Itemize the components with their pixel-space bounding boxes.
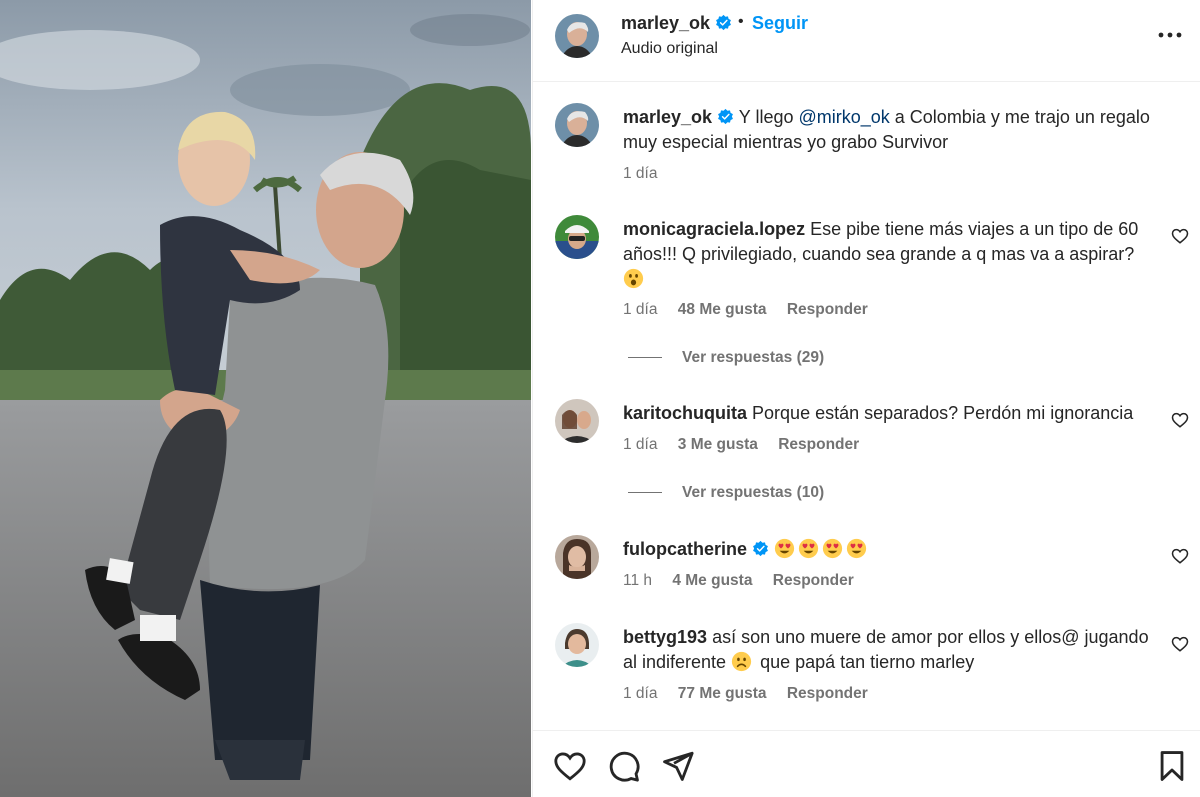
view-replies-label[interactable]: Ver respuestas (29)	[682, 349, 824, 366]
comment-time[interactable]: 1 día	[623, 436, 657, 453]
comment-text: bettyg193 así son uno muere de amor por …	[623, 625, 1163, 675]
comment-time[interactable]: 11 h	[623, 572, 652, 589]
reply-button[interactable]: Responder	[787, 301, 868, 318]
view-replies-button[interactable]: Ver respuestas (10)	[628, 484, 824, 502]
astonished-face-icon	[623, 268, 644, 289]
author-username[interactable]: marley_ok	[621, 13, 732, 34]
comment-like-icon[interactable]	[1171, 411, 1189, 429]
view-replies-label[interactable]: Ver respuestas (10)	[682, 484, 824, 501]
heart-eyes-face-icon	[846, 538, 867, 559]
frowning-face-icon	[731, 651, 752, 672]
save-icon[interactable]	[1155, 749, 1189, 783]
verified-badge-icon	[716, 14, 732, 31]
verified-badge-icon	[718, 108, 734, 125]
comment-username[interactable]: fulopcatherine	[623, 539, 747, 559]
comment-avatar[interactable]	[555, 535, 599, 579]
view-replies-button[interactable]: Ver respuestas (29)	[628, 349, 824, 367]
verified-badge-icon	[753, 540, 768, 557]
comment-like-icon[interactable]	[1171, 635, 1189, 653]
comment-likes[interactable]: 77 Me gusta	[678, 685, 767, 702]
comment-like-icon[interactable]	[1171, 547, 1189, 565]
comment-meta: 1 día 3 Me gusta Responder	[623, 436, 875, 454]
reply-button[interactable]: Responder	[778, 436, 859, 453]
like-icon[interactable]	[553, 749, 587, 783]
comment-text: karitochuquita Porque están separados? P…	[623, 401, 1163, 426]
caption-username[interactable]: marley_ok	[623, 107, 712, 127]
caption-avatar[interactable]	[555, 103, 599, 147]
heart-eyes-face-icon	[798, 538, 819, 559]
comment-time[interactable]: 1 día	[623, 301, 657, 318]
comment-avatar[interactable]	[555, 215, 599, 259]
replies-divider	[628, 492, 662, 494]
caption-time[interactable]: 1 día	[623, 165, 657, 182]
comment-username[interactable]: karitochuquita	[623, 403, 747, 423]
replies-divider	[628, 357, 662, 359]
comment-meta: 11 h 4 Me gusta Responder	[623, 572, 870, 590]
author-username-text[interactable]: marley_ok	[621, 13, 710, 33]
share-icon[interactable]	[661, 749, 695, 783]
caption-meta: 1 día	[623, 165, 673, 183]
comment-text: fulopcatherine	[623, 537, 1163, 562]
comment-likes[interactable]: 48 Me gusta	[678, 301, 767, 318]
heart-eyes-face-icon	[822, 538, 843, 559]
more-options-icon[interactable]	[1157, 26, 1183, 44]
comment-avatar[interactable]	[555, 399, 599, 443]
reply-button[interactable]: Responder	[787, 685, 868, 702]
comment-likes[interactable]: 4 Me gusta	[672, 572, 752, 589]
follow-button[interactable]: Seguir	[752, 13, 808, 34]
post-header: marley_ok • Seguir Audio original	[533, 0, 1200, 82]
comment-body-after: que papá tan tierno marley	[755, 652, 975, 672]
post-sidebar: marley_ok • Seguir Audio original marley…	[532, 0, 1200, 797]
comment-avatar[interactable]	[555, 623, 599, 667]
comment-body: Porque están separados? Perdón mi ignora…	[752, 403, 1134, 423]
comment-like-icon[interactable]	[1171, 227, 1189, 245]
comment-username[interactable]: monicagraciela.lopez	[623, 219, 805, 239]
comment-icon[interactable]	[607, 749, 641, 783]
comment-text: monicagraciela.lopez Ese pibe tiene más …	[623, 217, 1163, 292]
heart-eyes-emoji-group	[774, 538, 870, 559]
header-separator: •	[738, 13, 744, 30]
post-media[interactable]	[0, 0, 531, 797]
comment-meta: 1 día 48 Me gusta Responder	[623, 301, 884, 319]
heart-eyes-face-icon	[774, 538, 795, 559]
caption-text-before: Y llego	[738, 107, 799, 127]
action-bar	[533, 730, 1200, 797]
reply-button[interactable]: Responder	[773, 572, 854, 589]
mention-link[interactable]: @mirko_ok	[798, 107, 889, 127]
caption-text: marley_ok Y llego @mirko_ok a Colombia y…	[623, 105, 1163, 155]
comment-likes[interactable]: 3 Me gusta	[678, 436, 758, 453]
comment-meta: 1 día 77 Me gusta Responder	[623, 685, 884, 703]
comment-username[interactable]: bettyg193	[623, 627, 707, 647]
audio-label[interactable]: Audio original	[621, 40, 718, 58]
comment-time[interactable]: 1 día	[623, 685, 657, 702]
video-frame	[0, 0, 531, 797]
comments-section[interactable]: marley_ok Y llego @mirko_ok a Colombia y…	[533, 83, 1200, 730]
author-avatar[interactable]	[555, 14, 599, 58]
